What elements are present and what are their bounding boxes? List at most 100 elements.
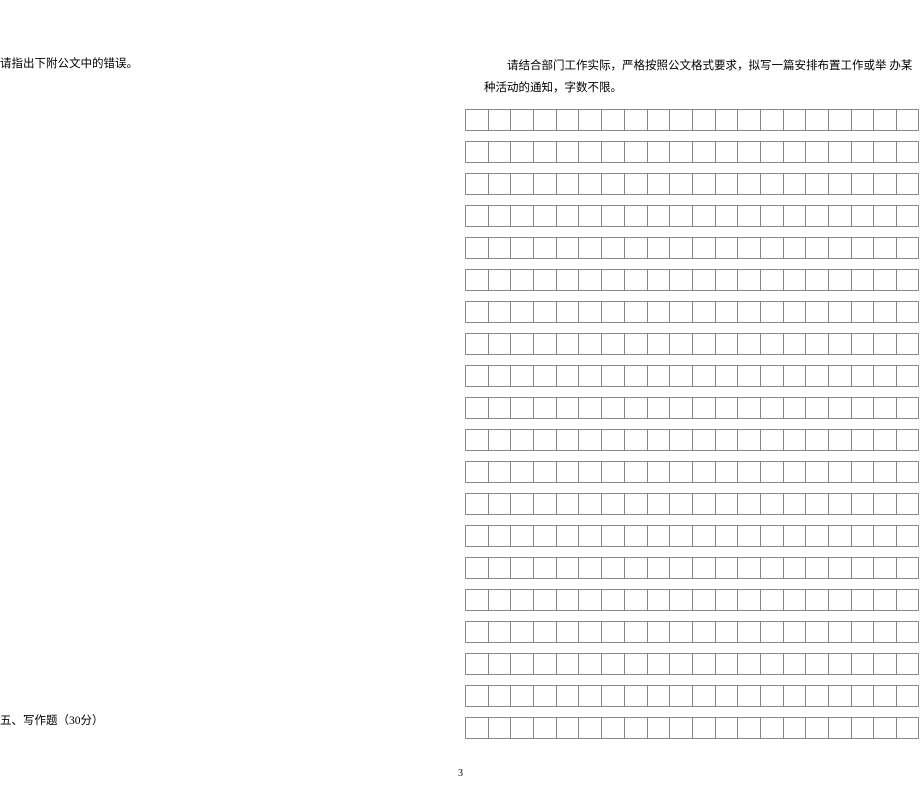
grid-cell <box>851 269 874 291</box>
grid-cell <box>488 109 511 131</box>
grid-cell <box>737 653 760 675</box>
grid-cell <box>578 365 601 387</box>
grid-cell <box>851 301 874 323</box>
grid-cell <box>578 653 601 675</box>
grid-cell <box>805 333 828 355</box>
grid-cell <box>647 333 670 355</box>
grid-cell <box>647 461 670 483</box>
grid-cell <box>647 173 670 195</box>
grid-cell <box>533 653 556 675</box>
grid-cell <box>533 141 556 163</box>
grid-cell <box>873 365 896 387</box>
grid-cell <box>601 205 624 227</box>
grid-cell <box>692 333 715 355</box>
grid-cell <box>601 525 624 547</box>
grid-cell <box>647 493 670 515</box>
grid-cell <box>805 301 828 323</box>
grid-cell <box>828 237 851 259</box>
grid-cell <box>556 685 579 707</box>
grid-cell <box>692 301 715 323</box>
grid-cell <box>828 557 851 579</box>
grid-cell <box>737 461 760 483</box>
grid-cell <box>465 109 488 131</box>
grid-cell <box>578 589 601 611</box>
grid-cell <box>805 717 828 739</box>
grid-cell <box>556 141 579 163</box>
grid-cell <box>692 429 715 451</box>
grid-cell <box>760 205 783 227</box>
grid-cell <box>896 397 919 419</box>
grid-cell <box>488 589 511 611</box>
grid-cell <box>760 685 783 707</box>
grid-cell <box>488 301 511 323</box>
left-instruction-text: 请指出下附公文中的错误。 <box>0 56 138 72</box>
grid-cell <box>896 333 919 355</box>
grid-row <box>465 461 919 483</box>
grid-cell <box>715 589 738 611</box>
grid-cell <box>896 301 919 323</box>
grid-cell <box>533 301 556 323</box>
grid-cell <box>533 589 556 611</box>
grid-cell <box>601 589 624 611</box>
grid-cell <box>873 461 896 483</box>
grid-cell <box>624 685 647 707</box>
grid-cell <box>692 685 715 707</box>
grid-cell <box>647 397 670 419</box>
grid-cell <box>805 109 828 131</box>
grid-cell <box>873 173 896 195</box>
grid-cell <box>488 685 511 707</box>
grid-cell <box>533 333 556 355</box>
grid-row <box>465 557 919 579</box>
grid-cell <box>715 333 738 355</box>
grid-cell <box>896 141 919 163</box>
grid-row <box>465 301 919 323</box>
grid-cell <box>669 109 692 131</box>
grid-cell <box>510 685 533 707</box>
grid-cell <box>510 429 533 451</box>
grid-cell <box>647 589 670 611</box>
grid-cell <box>828 397 851 419</box>
grid-cell <box>783 717 806 739</box>
grid-row <box>465 589 919 611</box>
grid-cell <box>896 461 919 483</box>
grid-cell <box>873 525 896 547</box>
grid-cell <box>783 493 806 515</box>
grid-cell <box>669 397 692 419</box>
grid-cell <box>692 653 715 675</box>
grid-cell <box>488 173 511 195</box>
grid-cell <box>896 525 919 547</box>
grid-cell <box>873 557 896 579</box>
grid-cell <box>851 141 874 163</box>
grid-cell <box>510 333 533 355</box>
grid-row <box>465 397 919 419</box>
grid-cell <box>510 365 533 387</box>
grid-cell <box>647 653 670 675</box>
grid-cell <box>556 397 579 419</box>
grid-cell <box>647 141 670 163</box>
grid-cell <box>851 525 874 547</box>
grid-cell <box>760 365 783 387</box>
grid-cell <box>578 109 601 131</box>
grid-cell <box>896 269 919 291</box>
grid-cell <box>737 173 760 195</box>
grid-cell <box>510 141 533 163</box>
grid-cell <box>737 397 760 419</box>
grid-cell <box>692 493 715 515</box>
grid-cell <box>465 269 488 291</box>
grid-cell <box>692 237 715 259</box>
grid-cell <box>896 557 919 579</box>
grid-cell <box>601 333 624 355</box>
grid-cell <box>760 173 783 195</box>
grid-cell <box>715 301 738 323</box>
grid-cell <box>805 237 828 259</box>
grid-cell <box>737 589 760 611</box>
grid-cell <box>715 685 738 707</box>
grid-cell <box>851 589 874 611</box>
grid-cell <box>692 461 715 483</box>
grid-cell <box>737 621 760 643</box>
grid-cell <box>715 397 738 419</box>
grid-cell <box>783 269 806 291</box>
grid-cell <box>715 621 738 643</box>
grid-cell <box>828 333 851 355</box>
grid-cell <box>692 557 715 579</box>
